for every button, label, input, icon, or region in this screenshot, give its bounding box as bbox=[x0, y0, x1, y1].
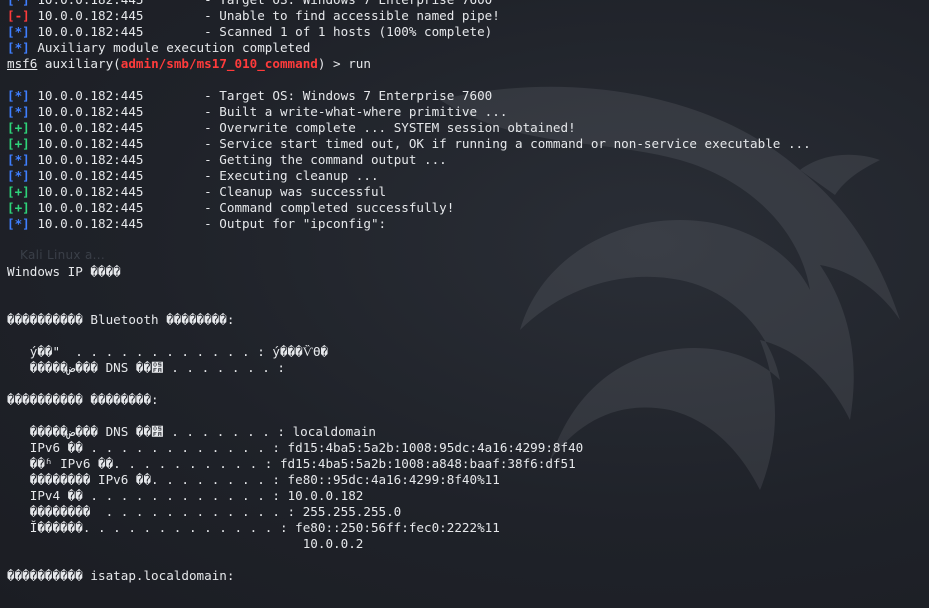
terminal-line: [*] Auxiliary module execution completed bbox=[7, 40, 811, 56]
line-text: 10.0.0.182:445 - Scanned 1 of 1 hosts (1… bbox=[29, 24, 493, 39]
terminal-line: [-] 10.0.0.182:445 - Unable to find acce… bbox=[7, 8, 811, 24]
terminal-line: [+] 10.0.0.182:445 - Command completed s… bbox=[7, 200, 811, 216]
line-text: 10.0.0.182:445 - Target OS: Windows 7 En… bbox=[29, 88, 493, 103]
terminal-line: Ĭ������. . . . . . . . . . . . . : fe80:… bbox=[7, 520, 811, 536]
prompt-text: auxiliary( bbox=[37, 56, 121, 71]
line-text: 10.0.0.182:445 - Overwrite complete ... … bbox=[29, 120, 576, 135]
line-text: IPv6 �� . . . . . . . . . . . . : fd15:4… bbox=[7, 440, 584, 455]
terminal-line: [+] 10.0.0.182:445 - Overwrite complete … bbox=[7, 120, 811, 136]
status-tag: [*] bbox=[7, 152, 30, 167]
line-text: 10.0.0.182:445 - Output for "ipconfig": bbox=[29, 216, 387, 231]
line-text: �����ض��� DNS ��׺ . . . . . . . : bbox=[7, 360, 286, 375]
terminal-line: [*] 10.0.0.182:445 - Output for "ipconfi… bbox=[7, 216, 811, 232]
terminal-line: [*] 10.0.0.182:445 - Target OS: Windows … bbox=[7, 88, 811, 104]
line-text: 10.0.0.182:445 - Getting the command out… bbox=[29, 152, 447, 167]
status-tag: [*] bbox=[7, 168, 30, 183]
terminal-line: [+] 10.0.0.182:445 - Cleanup was success… bbox=[7, 184, 811, 200]
prompt-label: msf6 bbox=[7, 56, 38, 71]
line-text: ���������� isatap.localdomain: bbox=[7, 568, 235, 583]
line-text: Windows IP ���� bbox=[7, 264, 121, 279]
line-text: ���������� ��������: bbox=[7, 392, 159, 407]
status-tag: [+] bbox=[7, 136, 30, 151]
line-text: �������� IPv6 ��. . . . . . . . : fe80::… bbox=[7, 472, 500, 487]
line-text: ���������� Bluetooth ��������: bbox=[7, 312, 235, 327]
terminal-line: [*] 10.0.0.182:445 - Built a write-what-… bbox=[7, 104, 811, 120]
terminal-output: [*] 10.0.0.182:445 - Target OS: Windows … bbox=[7, 0, 811, 584]
status-tag: [+] bbox=[7, 120, 30, 135]
terminal-line: �������� . . . . . . . . . . . . : 255.2… bbox=[7, 504, 811, 520]
terminal-line: IPv6 �� . . . . . . . . . . . . : fd15:4… bbox=[7, 440, 811, 456]
line-text: 10.0.0.2 bbox=[7, 536, 364, 551]
line-text: 10.0.0.182:445 - Built a write-what-wher… bbox=[29, 104, 508, 119]
terminal-line: 10.0.0.2 bbox=[7, 536, 811, 552]
line-text: IPv4 �� . . . . . . . . . . . . : 10.0.0… bbox=[7, 488, 364, 503]
terminal-line: IPv4 �� . . . . . . . . . . . . : 10.0.0… bbox=[7, 488, 811, 504]
status-tag: [*] bbox=[7, 104, 30, 119]
status-tag: [*] bbox=[7, 40, 30, 55]
terminal-line: ���������� ��������: bbox=[7, 392, 811, 408]
terminal-line: �����ض��� DNS ��׺ . . . . . . . : locald… bbox=[7, 424, 811, 440]
terminal-line: [+] 10.0.0.182:445 - Service start timed… bbox=[7, 136, 811, 152]
status-tag: [*] bbox=[7, 0, 30, 7]
terminal-line: msf6 auxiliary(admin/smb/ms17_010_comman… bbox=[7, 56, 811, 72]
terminal-line: [*] 10.0.0.182:445 - Scanned 1 of 1 host… bbox=[7, 24, 811, 40]
line-text: Auxiliary module execution completed bbox=[29, 40, 311, 55]
status-tag: [*] bbox=[7, 24, 30, 39]
line-text: �����ض��� DNS ��׺ . . . . . . . : locald… bbox=[7, 424, 376, 439]
terminal-line: [*] 10.0.0.182:445 - Target OS: Windows … bbox=[7, 0, 811, 8]
line-text: 10.0.0.182:445 - Executing cleanup ... bbox=[29, 168, 379, 183]
line-text: Ĭ������. . . . . . . . . . . . . : fe80:… bbox=[7, 520, 500, 535]
status-tag: [*] bbox=[7, 88, 30, 103]
terminal-line: ý��" . . . . . . . . . . . . : ý���Ѷϴ� bbox=[7, 344, 811, 360]
line-text: ý��" . . . . . . . . . . . . : ý���Ѷϴ� bbox=[7, 344, 329, 359]
status-tag: [+] bbox=[7, 184, 30, 199]
line-text: 10.0.0.182:445 - Service start timed out… bbox=[29, 136, 811, 151]
terminal-line: �����ض��� DNS ��׺ . . . . . . . : bbox=[7, 360, 811, 376]
line-text: 10.0.0.182:445 - Command completed succe… bbox=[29, 200, 455, 215]
terminal-line: Windows IP ���� bbox=[7, 264, 811, 280]
status-tag: [*] bbox=[7, 216, 30, 231]
terminal-line: ��ʱ IPv6 ��. . . . . . . . . . : fd15:4b… bbox=[7, 456, 811, 472]
status-tag: [+] bbox=[7, 200, 30, 215]
line-text: ��ʱ IPv6 ��. . . . . . . . . . : fd15:4b… bbox=[7, 456, 576, 471]
line-text: 10.0.0.182:445 - Cleanup was successful bbox=[29, 184, 387, 199]
status-tag: [-] bbox=[7, 8, 30, 23]
terminal-line: ���������� isatap.localdomain: bbox=[7, 568, 811, 584]
line-text: �������� . . . . . . . . . . . . : 255.2… bbox=[7, 504, 402, 519]
terminal-line: ���������� Bluetooth ��������: bbox=[7, 312, 811, 328]
prompt-command: ) > run bbox=[317, 56, 371, 71]
terminal-line: �������� IPv6 ��. . . . . . . . : fe80::… bbox=[7, 472, 811, 488]
module-name: admin/smb/ms17_010_command bbox=[120, 56, 318, 71]
line-text: 10.0.0.182:445 - Target OS: Windows 7 En… bbox=[30, 0, 492, 7]
terminal-window[interactable]: Kali Linux a... [*] 10.0.0.182:445 - Tar… bbox=[0, 0, 929, 608]
line-text: 10.0.0.182:445 - Unable to find accessib… bbox=[29, 8, 500, 23]
terminal-line: [*] 10.0.0.182:445 - Getting the command… bbox=[7, 152, 811, 168]
terminal-line: [*] 10.0.0.182:445 - Executing cleanup .… bbox=[7, 168, 811, 184]
